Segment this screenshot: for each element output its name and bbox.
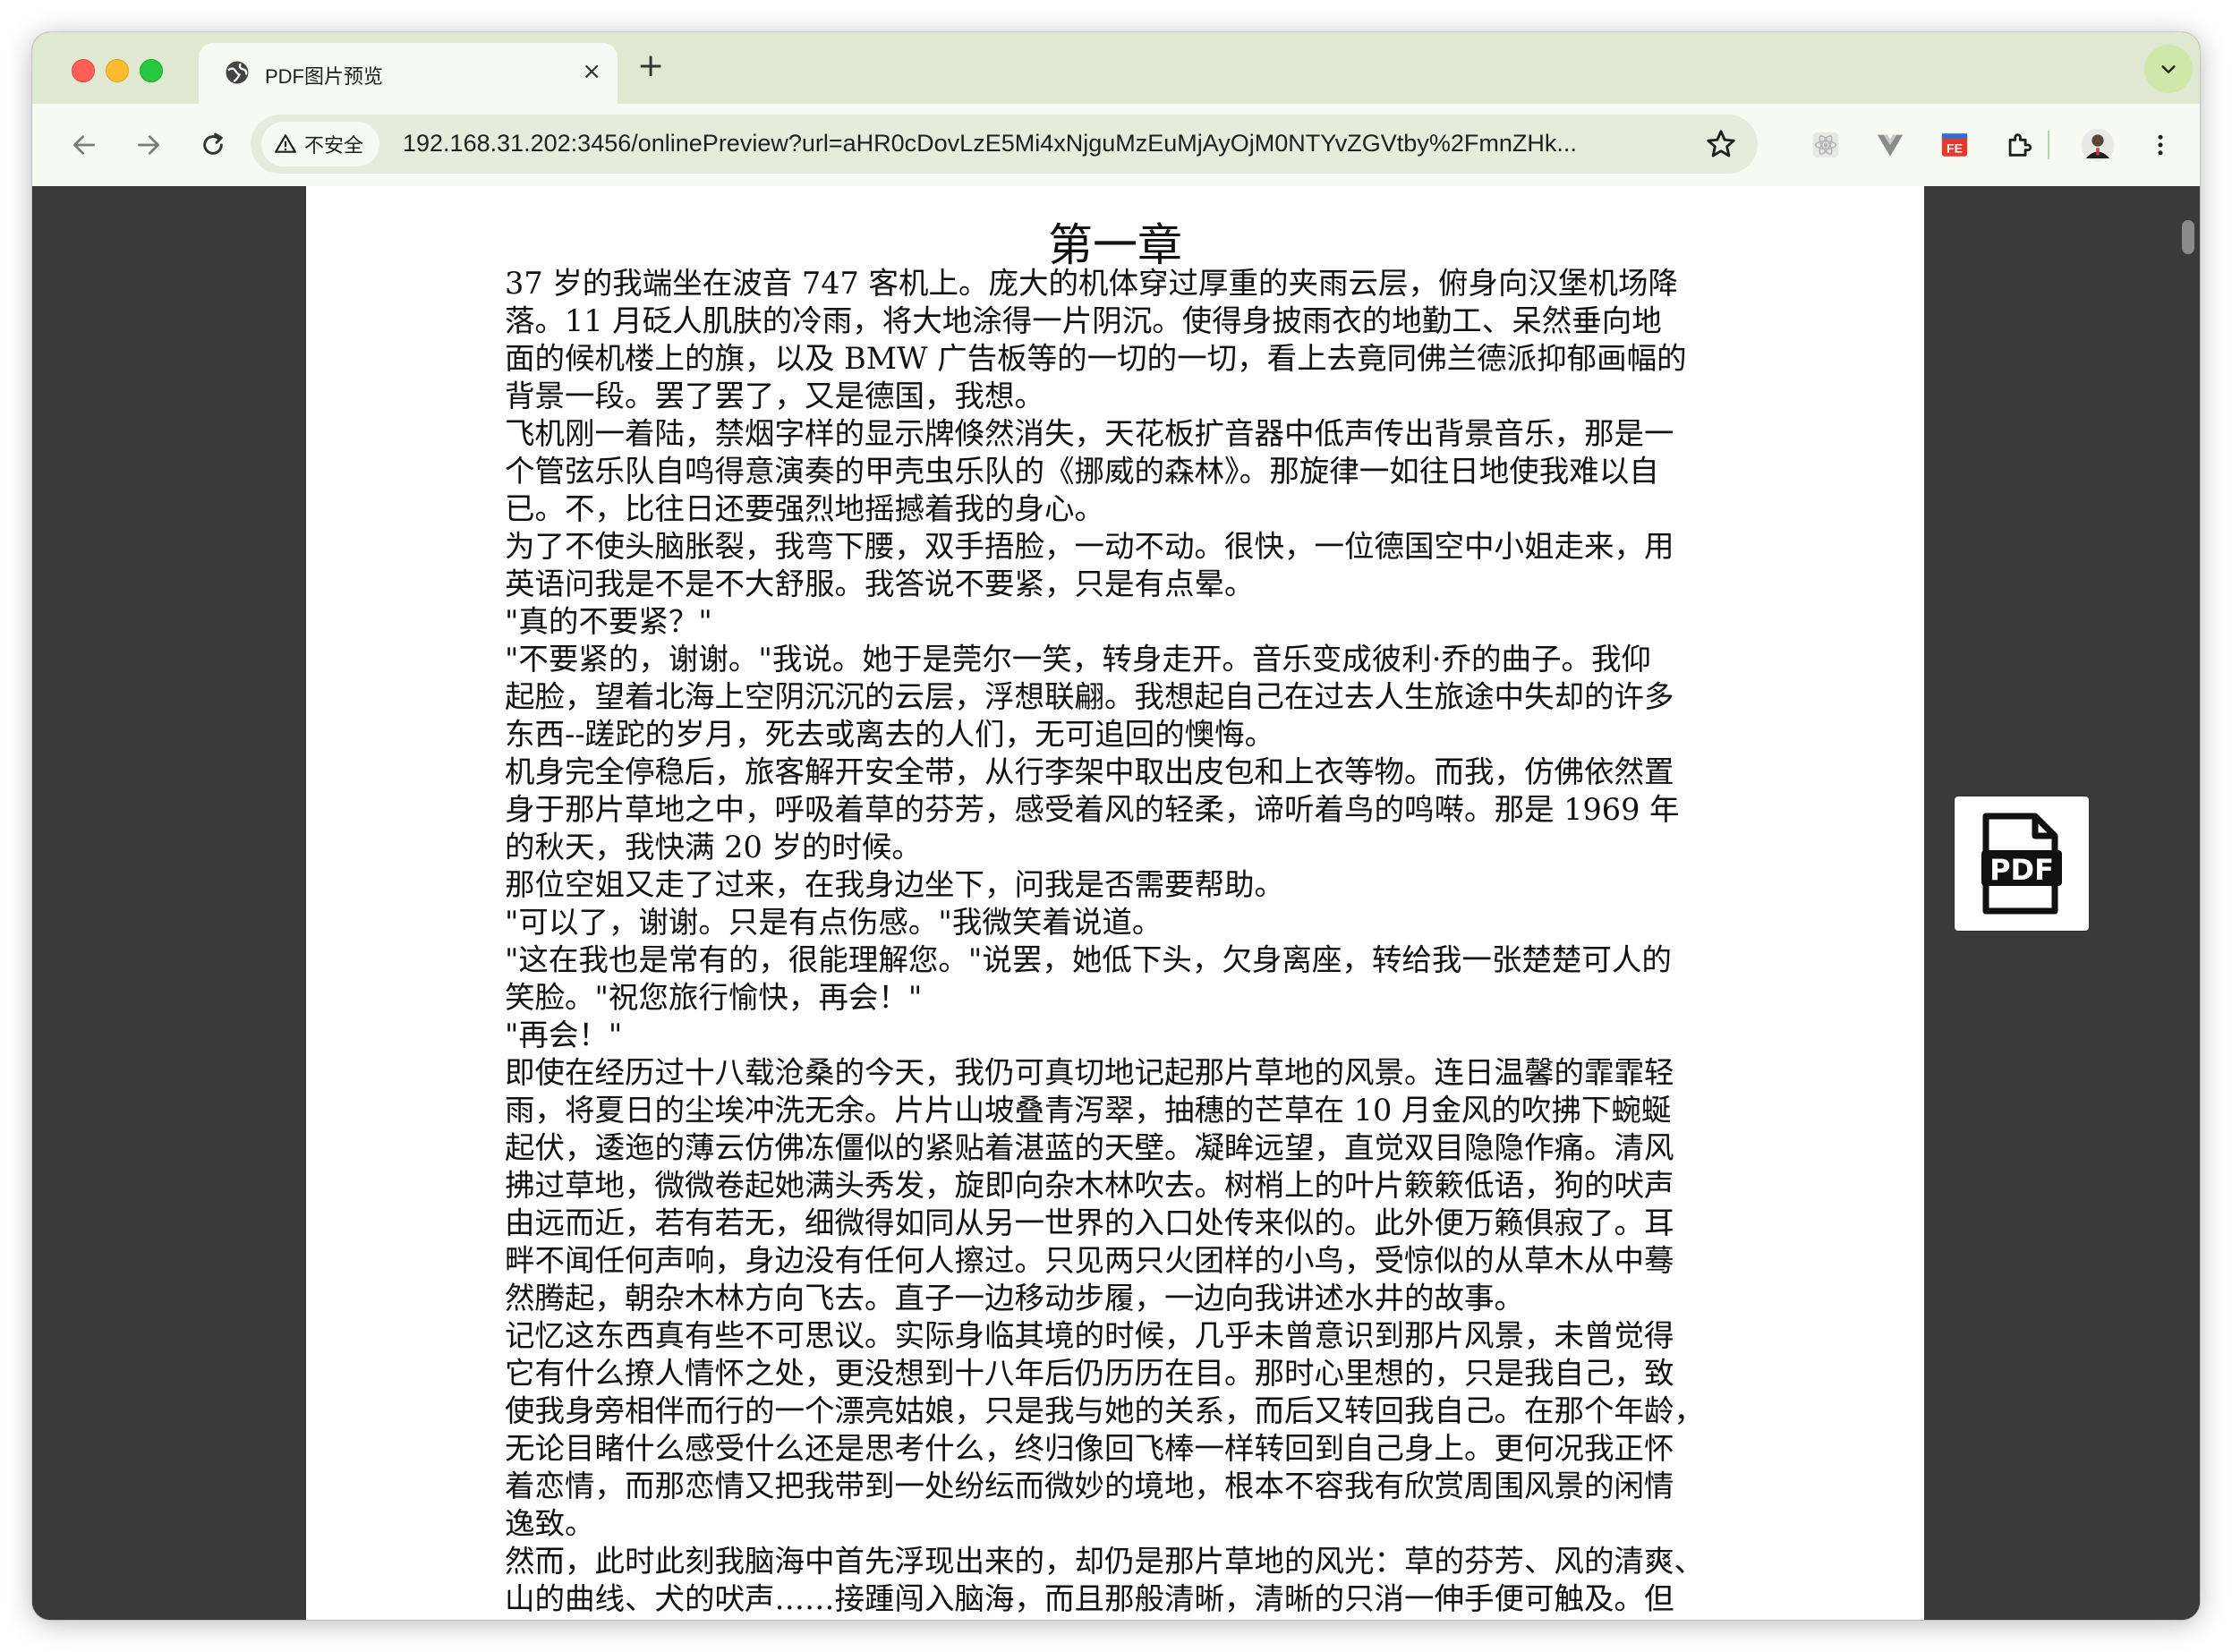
text-line: 起伏，逶迤的薄云仿佛冻僵似的紧贴着湛蓝的天壁。凝眸远望，直觉双目隐隐作痛。清风 (505, 1130, 1674, 1165)
text-line: 已。不，比往日还要强烈地摇撼着我的身心。 (505, 491, 1104, 526)
globe-icon (226, 61, 249, 84)
text-line: 它有什么撩人情怀之处，更没想到十八年后仍历历在目。那时心里想的，只是我自己，致 (505, 1356, 1674, 1391)
text-line: 身于那片草地之中，呼吸着草的芬芳，感受着风的轻柔，谛听着鸟的鸣啭。那是 1969… (505, 792, 1680, 827)
fehelper-label: FE (1947, 142, 1963, 157)
text-line: 起脸，望着北海上空阴沉沉的云层，浮想联翩。我想起自己在过去人生旅途中失却的许多 (505, 679, 1674, 714)
bookmark-star-icon[interactable] (1704, 127, 1738, 161)
text-line: 落。11 月砭人肌肤的冷雨，将大地涂得一片阴沉。使得身披雨衣的地勤工、呆然垂向地 (505, 303, 1662, 338)
text-line: 记忆这东西真有些不可思议。实际身临其境的时候，几乎未曾意识到那片风景，未曾觉得 (505, 1318, 1674, 1353)
tab-pdf-preview[interactable]: PDF图片预览 × (199, 43, 618, 104)
maximize-window-button[interactable] (140, 59, 163, 82)
toolbar-divider (2048, 131, 2049, 159)
url-text[interactable]: 192.168.31.202:3456/onlinePreview?url=aH… (403, 130, 1577, 158)
text-line: 无论目睹什么感受什么还是思考什么，终归像回飞棒一样转回到自己身上。更何况我正怀 (505, 1431, 1674, 1466)
text-line: "再会！" (505, 1018, 623, 1052)
address-bar[interactable]: 不安全 192.168.31.202:3456/onlinePreview?ur… (251, 115, 1758, 174)
text-line: 然腾起，朝杂木林方向飞去。直子一边移动步履，一边向我讲述水井的故事。 (505, 1281, 1524, 1316)
browser-menu-button[interactable] (2141, 125, 2180, 165)
text-line: 面的候机楼上的旗，以及 BMW 广告板等的一切的一切，看上去竟同佛兰德派抑郁画幅… (505, 341, 1687, 376)
browser-window: PDF图片预览 × + 不安全 192.168.31.202:3456/onli… (32, 32, 2200, 1620)
react-devtools-icon[interactable] (1806, 125, 1845, 165)
reload-icon (203, 132, 223, 155)
pdf-button-label: PDF (1989, 853, 2054, 887)
text-line: 即使在经历过十八载沧桑的今天，我仍可真切地记起那片草地的风景。连日温馨的霏霏轻 (505, 1055, 1674, 1090)
text-line: 使我身旁相伴而行的一个漂亮姑娘，只是我与她的关系，而后又转回我自己。在那个年龄， (505, 1393, 1704, 1428)
vue-devtools-icon[interactable] (1870, 125, 1910, 165)
security-indicator[interactable]: 不安全 (261, 122, 380, 166)
kebab-menu-icon (2158, 134, 2163, 156)
text-line: 英语问我是不是不大舒服。我答说不要紧，只是有点晕。 (505, 566, 1255, 601)
fehelper-icon[interactable]: FE (1935, 125, 1974, 165)
tab-search-button[interactable] (2144, 45, 2193, 93)
text-line: 雨，将夏日的尘埃冲洗无余。片片山坡叠青泻翠，抽穗的芒草在 10 月金风的吹拂下蜿… (505, 1093, 1672, 1128)
text-line: 那位空姐又走了过来，在我身边坐下，问我是否需要帮助。 (505, 867, 1284, 902)
arrow-right-icon (138, 135, 159, 155)
pdf-viewer[interactable]: 第一章 37 岁的我端坐在波音 747 客机上。庞大的机体穿过厚重的夹雨云层，俯… (32, 186, 2200, 1620)
back-button[interactable] (64, 125, 104, 165)
text-line: 拂过草地，微微卷起她满头秀发，旋即向杂木林吹去。树梢上的叶片簌簌低语，狗的吠声 (505, 1168, 1674, 1203)
pdf-file-icon: PDF (1981, 813, 2062, 915)
avatar (2081, 128, 2115, 162)
puzzle-icon[interactable] (1999, 125, 2039, 165)
chapter-body: 37 岁的我端坐在波音 747 客机上。庞大的机体穿过厚重的夹雨云层，俯身向汉堡… (505, 265, 1731, 1618)
profile-avatar[interactable] (2078, 125, 2117, 165)
tab-close-button[interactable]: × (582, 57, 601, 86)
text-line: 飞机刚一着陆，禁烟字样的显示牌倏然消失，天花板扩音器中低声传出背景音乐，那是一 (505, 416, 1674, 451)
security-label: 不安全 (304, 134, 364, 157)
forward-button[interactable] (129, 125, 168, 165)
tab-strip: PDF图片预览 × + (32, 32, 2200, 104)
text-line: 机身完全停稳后，旅客解开安全带，从行李架中取出皮包和上衣等物。而我，仿佛依然置 (505, 754, 1674, 789)
browser-toolbar: 不安全 192.168.31.202:3456/onlinePreview?ur… (32, 104, 2200, 187)
text-line: 山的曲线、犬的吠声……接踵闯入脑海，而且那般清晰，清晰的只消一伸手便可触及。但 (505, 1581, 1674, 1616)
text-line: 的秋天，我快满 20 岁的时候。 (505, 830, 922, 864)
reload-button[interactable] (193, 125, 233, 165)
text-line: 由远而近，若有若无，细微得如同从另一世界的入口处传来似的。此外便万籁俱寂了。耳 (505, 1205, 1674, 1240)
arrow-left-icon (73, 135, 95, 155)
text-line: 逸致。 (505, 1506, 595, 1541)
text-line: 背景一段。罢了罢了，又是德国，我想。 (505, 379, 1044, 413)
text-line: "不要紧的，谢谢。"我说。她于是莞尔一笑，转身走开。音乐变成彼利·乔的曲子。我仰 (505, 642, 1651, 677)
chevron-down-icon (2161, 65, 2176, 73)
text-line: 然而，此时此刻我脑海中首先浮现出来的，却仍是那片草地的风光：草的芬芳、风的清爽、 (505, 1544, 1704, 1579)
text-line: "真的不要紧？" (505, 604, 712, 639)
text-line: 笑脸。"祝您旅行愉快，再会！" (505, 980, 923, 1015)
text-line: "这在我也是常有的，很能理解您。"说罢，她低下头，欠身离座，转给我一张楚楚可人的 (505, 942, 1672, 977)
text-line: 个管弦乐队自鸣得意演奏的甲壳虫乐队的《挪威的森林》。那旋律一如往日地使我难以自 (505, 454, 1659, 489)
text-line: 为了不使头脑胀裂，我弯下腰，双手捂脸，一动不动。很快，一位德国空中小姐走来，用 (505, 529, 1674, 564)
new-tab-button[interactable]: + (637, 48, 664, 84)
close-window-button[interactable] (72, 59, 95, 82)
text-line: 东西--蹉跎的岁月，死去或离去的人们，无可追回的懊悔。 (505, 717, 1275, 752)
text-line: 畔不闻任何声响，身边没有任何人擦过。只见两只火团样的小鸟，受惊似的从草木从中蓦 (505, 1243, 1674, 1278)
text-line: 37 岁的我端坐在波音 747 客机上。庞大的机体穿过厚重的夹雨云层，俯身向汉堡… (505, 266, 1679, 301)
pdf-download-button[interactable]: PDF (1955, 796, 2089, 931)
pdf-page: 第一章 37 岁的我端坐在波音 747 客机上。庞大的机体穿过厚重的夹雨云层，俯… (306, 186, 1924, 1620)
minimize-window-button[interactable] (106, 59, 129, 82)
scrollbar-thumb[interactable] (2182, 220, 2194, 254)
warning-icon (275, 134, 296, 153)
tab-title: PDF图片预览 (265, 65, 384, 88)
text-line: 着恋情，而那恋情又把我带到一处纷纭而微妙的境地，根本不容我有欣赏周围风景的闲情 (505, 1469, 1674, 1503)
text-line: "可以了，谢谢。只是有点伤感。"我微笑着说道。 (505, 905, 1163, 940)
